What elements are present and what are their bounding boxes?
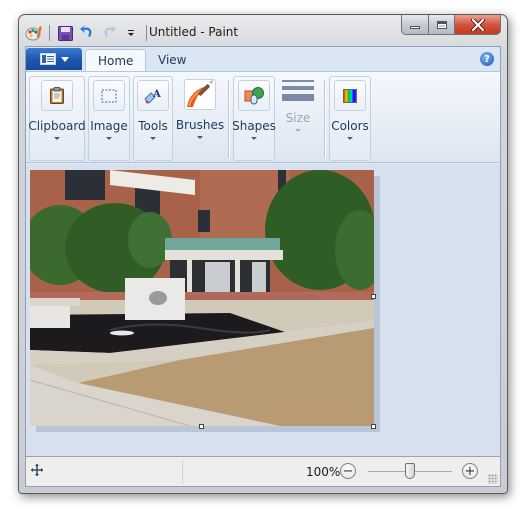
ribbon-group-colors[interactable]: Colors — [329, 76, 371, 161]
colors-button[interactable] — [334, 80, 366, 111]
shapes-button[interactable] — [238, 80, 270, 111]
chevron-down-icon — [347, 137, 353, 140]
qat-separator — [146, 25, 147, 41]
tools-icon: A — [144, 89, 161, 104]
chevron-down-icon — [106, 137, 112, 140]
title-bar[interactable]: Untitled - Paint — [19, 15, 507, 47]
brushes-label: Brushes — [175, 118, 225, 132]
status-separator — [182, 460, 183, 484]
colors-icon — [343, 88, 357, 103]
resize-handle-right[interactable] — [371, 294, 376, 299]
svg-text:A: A — [152, 89, 161, 100]
zoom-slider-thumb[interactable] — [405, 463, 415, 479]
zoom-in-button[interactable]: + — [462, 463, 478, 479]
select-button[interactable] — [93, 80, 125, 111]
caption-buttons — [401, 15, 501, 35]
brushes-button[interactable] — [184, 79, 216, 110]
zoom-out-button[interactable]: − — [340, 463, 356, 479]
chevron-down-icon — [60, 56, 69, 62]
client-area: Home View ? Clipboard Image A Tools Brus… — [25, 46, 501, 487]
tools-label: Tools — [138, 119, 168, 133]
resize-grip[interactable] — [488, 474, 498, 484]
customize-qat-icon[interactable] — [122, 24, 140, 42]
clipboard-label: Clipboard — [28, 119, 86, 133]
status-bar: 100% − + — [26, 456, 500, 486]
brush-icon — [187, 80, 213, 107]
redo-icon[interactable] — [100, 24, 118, 42]
ribbon-separator — [228, 80, 229, 158]
paint-app-icon[interactable] — [25, 24, 43, 42]
app-menu-button[interactable] — [26, 48, 82, 70]
ribbon-group-tools[interactable]: A Tools — [133, 76, 173, 161]
clipboard-button[interactable] — [41, 80, 73, 111]
plus-icon: + — [464, 463, 476, 479]
canvas-image — [30, 170, 374, 426]
minimize-button[interactable] — [401, 15, 429, 35]
app-menu-icon — [39, 53, 56, 65]
tools-button[interactable]: A — [137, 80, 169, 111]
shapes-label: Shapes — [232, 119, 276, 133]
tab-home[interactable]: Home — [85, 49, 147, 71]
chevron-down-icon — [295, 129, 301, 132]
ribbon: Clipboard Image A Tools Brushes Shapes S… — [26, 71, 500, 163]
select-icon — [101, 89, 117, 102]
ribbon-group-brushes[interactable]: Brushes — [176, 76, 224, 161]
resize-handle-bottom[interactable] — [199, 424, 204, 429]
help-icon[interactable]: ? — [480, 52, 494, 66]
qat-separator — [49, 25, 50, 41]
save-icon[interactable] — [56, 24, 74, 42]
ribbon-group-shapes[interactable]: Shapes — [232, 76, 276, 161]
close-icon — [470, 18, 485, 31]
close-button[interactable] — [455, 15, 501, 35]
paint-window: Untitled - Paint Home View ? Clipboard I… — [18, 14, 508, 494]
minus-icon: − — [342, 463, 354, 479]
colors-label: Colors — [331, 119, 369, 133]
ribbon-group-image[interactable]: Image — [88, 76, 130, 161]
resize-handle-corner[interactable] — [371, 424, 376, 429]
minimize-icon — [410, 26, 420, 29]
move-cursor-icon — [31, 464, 43, 479]
clipboard-icon — [50, 87, 64, 104]
maximize-icon — [436, 20, 447, 29]
canvas-area[interactable] — [26, 164, 500, 458]
ribbon-group-size: Size — [278, 76, 318, 161]
zoom-level: 100% — [306, 465, 341, 479]
chevron-down-icon — [150, 137, 156, 140]
window-title: Untitled - Paint — [149, 25, 239, 39]
paint-canvas[interactable] — [30, 170, 374, 426]
chevron-down-icon — [251, 137, 257, 140]
size-icon — [282, 80, 314, 101]
chevron-down-icon — [197, 136, 203, 139]
shapes-icon — [244, 86, 264, 104]
undo-icon[interactable] — [78, 24, 96, 42]
tab-view[interactable]: View — [146, 49, 198, 71]
chevron-down-icon — [54, 137, 60, 140]
ribbon-tab-bar: Home View ? — [26, 47, 500, 71]
ribbon-group-clipboard[interactable]: Clipboard — [28, 76, 86, 161]
size-label: Size — [285, 111, 311, 125]
image-label: Image — [90, 119, 128, 133]
ribbon-separator — [324, 80, 325, 158]
quick-access-toolbar — [25, 22, 153, 44]
maximize-button[interactable] — [429, 15, 455, 35]
